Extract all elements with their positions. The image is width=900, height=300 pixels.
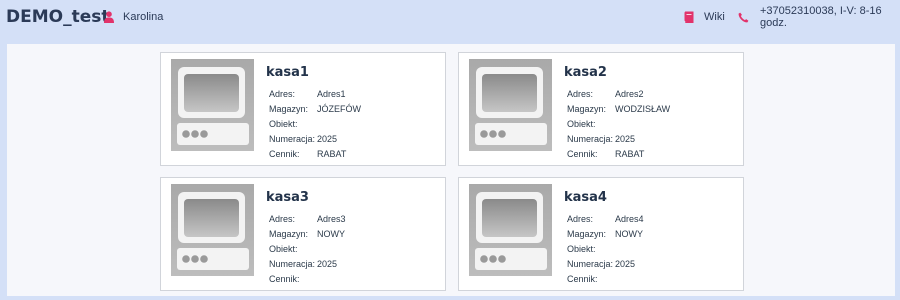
field-label: Numeracja: — [567, 259, 614, 270]
book-icon — [683, 11, 695, 23]
field-label: Adres: — [567, 88, 594, 99]
cash-register-icon — [469, 59, 552, 151]
field-value: 2025 — [615, 134, 636, 145]
field-value: RABAT — [317, 149, 347, 160]
cash-register-icon — [171, 59, 254, 151]
field-label: Obiekt: — [567, 243, 596, 254]
card-details: Adres: Adres1 Magazyn: JÓZEFÓW Obiekt: Num… — [269, 86, 361, 162]
card-details: Adres: Adres3 Magazyn: NOWY Obiekt: Numera… — [269, 211, 346, 287]
field-label: Magazyn: — [567, 228, 607, 239]
field-label: Obiekt: — [269, 118, 298, 129]
brand-title[interactable]: DEMO_test — [6, 7, 110, 27]
field-label: Cennik: — [567, 274, 598, 285]
field-value: NOWY — [317, 228, 345, 239]
field-label: Obiekt: — [269, 243, 298, 254]
wiki-label: Wiki — [704, 11, 725, 23]
field-value: 2025 — [317, 259, 338, 270]
field-value: Adres4 — [615, 213, 644, 224]
field-value: 2025 — [615, 259, 636, 270]
field-label: Numeracja: — [269, 259, 316, 270]
field-label: Magazyn: — [567, 103, 607, 114]
field-label: Magazyn: — [269, 228, 309, 239]
field-label: Cennik: — [567, 149, 598, 160]
user-menu[interactable]: Karolina — [104, 9, 163, 25]
phone-info: +37052310038, I-V: 8-16 godz. — [738, 5, 900, 29]
field-value: 2025 — [317, 134, 338, 145]
cash-register-icon — [171, 184, 254, 276]
card-title: kasa3 — [266, 190, 309, 205]
field-value: WODZISŁAW — [615, 103, 671, 114]
field-label: Adres: — [269, 88, 296, 99]
field-label: Adres: — [269, 213, 296, 224]
field-label: Cennik: — [269, 149, 300, 160]
phone-icon — [738, 12, 749, 23]
field-label: Magazyn: — [269, 103, 309, 114]
field-label: Cennik: — [269, 274, 300, 285]
card-title: kasa2 — [564, 65, 607, 80]
field-value: NOWY — [615, 228, 643, 239]
field-label: Adres: — [567, 213, 594, 224]
register-card[interactable]: kasa1 Adres: Adres1 Magazyn: JÓZEFÓW Obiek… — [160, 52, 446, 166]
card-details: Adres: Adres2 Magazyn: WODZISŁAW Obiekt: N… — [567, 86, 670, 162]
card-title: kasa4 — [564, 190, 607, 205]
field-value: Adres3 — [317, 213, 346, 224]
field-label: Obiekt: — [567, 118, 596, 129]
field-value: RABAT — [615, 149, 645, 160]
field-value: Adres1 — [317, 88, 346, 99]
top-bar: DEMO_test Karolina Wiki +37052310038, I-… — [0, 0, 900, 34]
field-value: Adres2 — [615, 88, 644, 99]
main-content: kasa1 Adres: Adres1 Magazyn: JÓZEFÓW Obiek… — [7, 44, 895, 296]
field-value: JÓZEFÓW — [317, 103, 361, 114]
register-card[interactable]: kasa4 Adres: Adres4 Magazyn: NOWY Obiekt: … — [458, 177, 744, 291]
register-card[interactable]: kasa3 Adres: Adres3 Magazyn: NOWY Obiekt: … — [160, 177, 446, 291]
card-title: kasa1 — [266, 65, 309, 80]
card-details: Adres: Adres4 Magazyn: NOWY Obiekt: Numera… — [567, 211, 644, 287]
user-icon — [104, 11, 114, 23]
field-label: Numeracja: — [269, 134, 316, 145]
cash-register-icon — [469, 184, 552, 276]
register-card[interactable]: kasa2 Adres: Adres2 Magazyn: WODZISŁAW Obi… — [458, 52, 744, 166]
field-label: Numeracja: — [567, 134, 614, 145]
wiki-link[interactable]: Wiki — [683, 9, 725, 25]
phone-text: +37052310038, I-V: 8-16 godz. — [760, 5, 882, 29]
user-name: Karolina — [123, 11, 164, 23]
